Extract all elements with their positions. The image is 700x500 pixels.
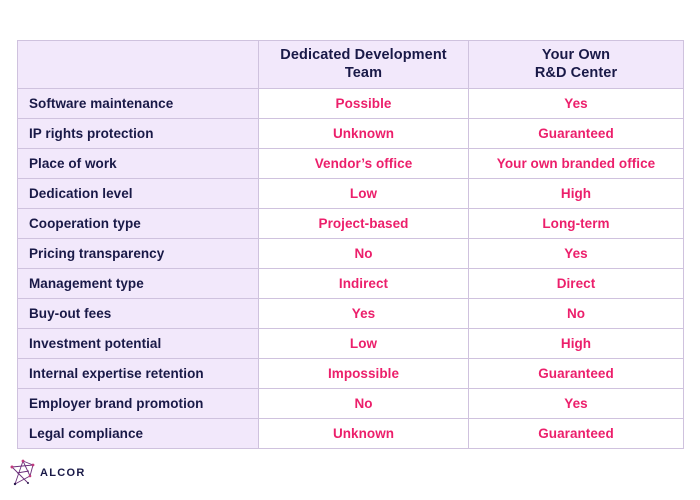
- value-cell-own-rd-center: Yes: [468, 388, 684, 419]
- table-row: Buy-out fees Yes No: [17, 298, 684, 329]
- value-cell-own-rd-center: Guaranteed: [468, 358, 684, 389]
- feature-cell: Legal compliance: [17, 418, 259, 449]
- value-cell-own-rd-center: Guaranteed: [468, 118, 684, 149]
- feature-cell: Software maintenance: [17, 88, 259, 119]
- table-row: Internal expertise retention Impossible Gu…: [17, 358, 684, 389]
- value-cell-dedicated-team: Indirect: [258, 268, 469, 299]
- feature-cell: IP rights protection: [17, 118, 259, 149]
- feature-cell: Place of work: [17, 148, 259, 179]
- header-cell-blank: [17, 40, 259, 89]
- value-cell-dedicated-team: Unknown: [258, 418, 469, 449]
- value-cell-dedicated-team: Low: [258, 328, 469, 359]
- header-cell-dedicated-development-team: Dedicated Development Team: [258, 40, 469, 89]
- value-cell-dedicated-team: Low: [258, 178, 469, 209]
- comparison-table: Dedicated Development Team Your Own R&D …: [17, 40, 684, 449]
- alcor-logo: ALCOR: [8, 458, 86, 488]
- value-cell-own-rd-center: High: [468, 178, 684, 209]
- header-line-2: R&D Center: [534, 64, 618, 81]
- table-row: Investment potential Low High: [17, 328, 684, 359]
- header-line-2: Team: [344, 64, 383, 81]
- table-row: Legal compliance Unknown Guaranteed: [17, 418, 684, 449]
- value-cell-own-rd-center: No: [468, 298, 684, 329]
- alcor-constellation-icon: [10, 459, 35, 486]
- feature-cell: Dedication level: [17, 178, 259, 209]
- feature-cell: Management type: [17, 268, 259, 299]
- table-row: Pricing transparency No Yes: [17, 238, 684, 269]
- table-row: IP rights protection Unknown Guaranteed: [17, 118, 684, 149]
- table-row: Dedication level Low High: [17, 178, 684, 209]
- header-line-1: Dedicated Development: [280, 46, 447, 63]
- table-row: Employer brand promotion No Yes: [17, 388, 684, 419]
- header-line-1: Your Own: [541, 46, 611, 63]
- table-row: Cooperation type Project-based Long-term: [17, 208, 684, 239]
- table-body: Software maintenance Possible Yes IP rights…: [17, 88, 684, 449]
- header-cell-your-own-rd-center: Your Own R&D Center: [468, 40, 684, 89]
- table-row: Management type Indirect Direct: [17, 268, 684, 299]
- value-cell-dedicated-team: Possible: [258, 88, 469, 119]
- header-row: Dedicated Development Team Your Own R&D …: [17, 40, 684, 89]
- feature-cell: Internal expertise retention: [17, 358, 259, 389]
- value-cell-own-rd-center: Direct: [468, 268, 684, 299]
- feature-cell: Pricing transparency: [17, 238, 259, 269]
- value-cell-dedicated-team: No: [258, 238, 469, 269]
- value-cell-dedicated-team: Yes: [258, 298, 469, 329]
- table-row: Place of work Vendor’s office Your own bra…: [17, 148, 684, 179]
- feature-cell: Employer brand promotion: [17, 388, 259, 419]
- feature-cell: Cooperation type: [17, 208, 259, 239]
- value-cell-own-rd-center: Long-term: [468, 208, 684, 239]
- value-cell-dedicated-team: Unknown: [258, 118, 469, 149]
- table-header: Dedicated Development Team Your Own R&D …: [17, 40, 684, 89]
- feature-cell: Buy-out fees: [17, 298, 259, 329]
- value-cell-own-rd-center: High: [468, 328, 684, 359]
- value-cell-dedicated-team: Project-based: [258, 208, 469, 239]
- feature-cell: Investment potential: [17, 328, 259, 359]
- value-cell-own-rd-center: Yes: [468, 88, 684, 119]
- value-cell-own-rd-center: Your own branded office: [468, 148, 684, 179]
- value-cell-own-rd-center: Guaranteed: [468, 418, 684, 449]
- value-cell-own-rd-center: Yes: [468, 238, 684, 269]
- value-cell-dedicated-team: No: [258, 388, 469, 419]
- value-cell-dedicated-team: Impossible: [258, 358, 469, 389]
- comparison-table-page: Dedicated Development Team Your Own R&D …: [0, 0, 700, 500]
- value-cell-dedicated-team: Vendor’s office: [258, 148, 469, 179]
- alcor-wordmark: ALCOR: [40, 466, 86, 479]
- table-row: Software maintenance Possible Yes: [17, 88, 684, 119]
